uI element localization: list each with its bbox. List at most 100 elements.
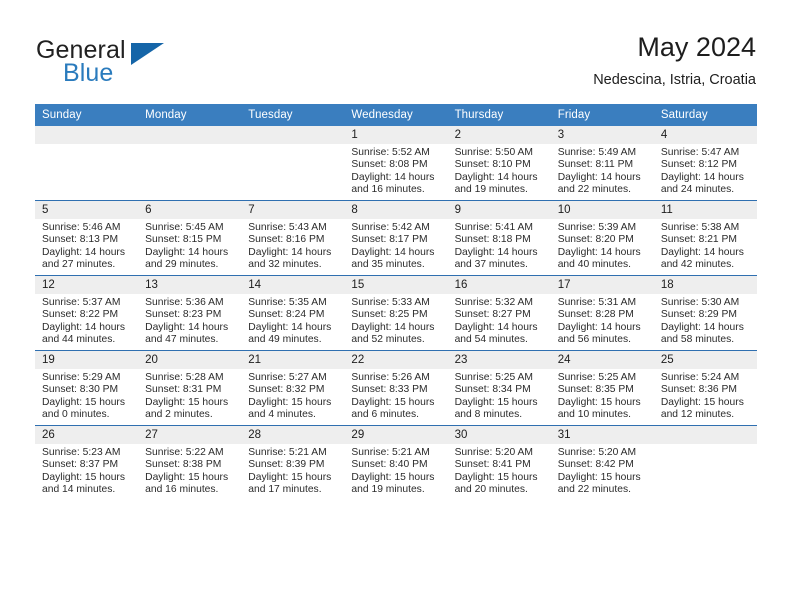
sunrise-text: Sunrise: 5:26 AM: [351, 372, 430, 383]
calendar-day-cell[interactable]: 16 Sunrise: 5:32 AM Sunset: 8:27 PM Dayligh…: [447, 275, 551, 351]
sunset-text: Sunset: 8:32 PM: [248, 384, 325, 396]
calendar-week-row: 26 Sunrise: 5:23 AM Sunset: 8:37 PM Dayligh…: [35, 425, 757, 500]
day-number: 7: [241, 201, 345, 219]
daylight-text: Daylight: 14 hours and 52 minutes.: [351, 321, 435, 346]
day-details: Sunrise: 5:31 AM Sunset: 8:28 PM Daylight:…: [551, 294, 654, 347]
general-blue-logo[interactable]: General Blue: [36, 36, 276, 92]
sunrise-text: Sunrise: 5:42 AM: [351, 222, 430, 233]
sunset-text: Sunset: 8:37 PM: [42, 459, 119, 471]
calendar-day-cell[interactable]: 30 Sunrise: 5:20 AM Sunset: 8:41 PM Dayligh…: [447, 425, 551, 500]
calendar-day-cell[interactable]: 9 Sunrise: 5:41 AM Sunset: 8:18 PM Daylight…: [447, 200, 551, 276]
day-number: 25: [653, 351, 757, 369]
day-details: Sunrise: 5:25 AM Sunset: 8:34 PM Daylight:…: [448, 369, 551, 422]
daylight-text: Daylight: 15 hours and 19 minutes.: [351, 471, 435, 496]
daylight-text: Daylight: 15 hours and 22 minutes.: [557, 471, 641, 496]
calendar-head: Sunday Monday Tuesday Wednesday Thursday…: [35, 104, 757, 126]
calendar-day-cell[interactable]: 17 Sunrise: 5:31 AM Sunset: 8:28 PM Dayligh…: [550, 275, 654, 351]
page-header: General Blue May 2024 Nedescina, Istria,…: [0, 0, 792, 96]
title-block: May 2024 Nedescina, Istria, Croatia: [593, 30, 756, 90]
day-number: 3: [550, 126, 654, 144]
calendar-day-cell[interactable]: 3 Sunrise: 5:49 AM Sunset: 8:11 PM Daylight…: [550, 126, 654, 201]
day-details: Sunrise: 5:24 AM Sunset: 8:36 PM Daylight:…: [654, 369, 757, 422]
day-number: 19: [35, 351, 139, 369]
sunset-text: Sunset: 8:41 PM: [454, 459, 531, 471]
day-details: Sunrise: 5:21 AM Sunset: 8:40 PM Daylight:…: [344, 444, 447, 497]
calendar-day-cell[interactable]: 5 Sunrise: 5:46 AM Sunset: 8:13 PM Daylight…: [35, 200, 139, 276]
calendar-day-cell[interactable]: 4 Sunrise: 5:47 AM Sunset: 8:12 PM Daylight…: [653, 126, 757, 201]
daylight-text: Daylight: 14 hours and 27 minutes.: [42, 246, 125, 271]
daylight-text: Daylight: 15 hours and 4 minutes.: [248, 396, 332, 421]
day-number: 27: [138, 426, 242, 444]
calendar-week-row: 1 Sunrise: 5:52 AM Sunset: 8:08 PM Daylight…: [35, 126, 757, 201]
sunrise-text: Sunrise: 5:45 AM: [145, 222, 224, 233]
sunrise-text: Sunrise: 5:41 AM: [454, 222, 533, 233]
calendar-day-cell[interactable]: 20 Sunrise: 5:28 AM Sunset: 8:31 PM Dayligh…: [138, 350, 242, 426]
logo-triangle-icon: [131, 43, 164, 65]
daylight-text: Daylight: 14 hours and 44 minutes.: [42, 321, 125, 346]
daylight-text: Daylight: 15 hours and 16 minutes.: [145, 471, 229, 496]
sunrise-text: Sunrise: 5:21 AM: [351, 447, 430, 458]
calendar-day-cell[interactable]: 19 Sunrise: 5:29 AM Sunset: 8:30 PM Dayligh…: [35, 350, 139, 426]
day-details: Sunrise: 5:36 AM Sunset: 8:23 PM Daylight:…: [138, 294, 241, 347]
calendar-day-cell-empty: [241, 126, 345, 201]
calendar-day-cell[interactable]: 25 Sunrise: 5:24 AM Sunset: 8:36 PM Dayligh…: [653, 350, 757, 426]
calendar-day-cell[interactable]: 27 Sunrise: 5:22 AM Sunset: 8:38 PM Dayligh…: [138, 425, 242, 500]
sunset-text: Sunset: 8:16 PM: [248, 234, 325, 246]
day-number: [35, 126, 139, 144]
calendar-day-cell[interactable]: 29 Sunrise: 5:21 AM Sunset: 8:40 PM Dayligh…: [344, 425, 448, 500]
calendar-day-cell[interactable]: 7 Sunrise: 5:43 AM Sunset: 8:16 PM Daylight…: [241, 200, 345, 276]
day-number: 4: [653, 126, 757, 144]
sunset-text: Sunset: 8:17 PM: [351, 234, 428, 246]
sunrise-text: Sunrise: 5:20 AM: [557, 447, 637, 458]
calendar-day-cell[interactable]: 22 Sunrise: 5:26 AM Sunset: 8:33 PM Dayligh…: [344, 350, 448, 426]
daylight-text: Daylight: 14 hours and 22 minutes.: [557, 171, 641, 196]
calendar-day-cell[interactable]: 11 Sunrise: 5:38 AM Sunset: 8:21 PM Dayligh…: [653, 200, 757, 276]
daylight-text: Daylight: 14 hours and 56 minutes.: [557, 321, 641, 346]
day-details: Sunrise: 5:39 AM Sunset: 8:20 PM Daylight:…: [551, 219, 654, 272]
calendar-day-cell[interactable]: 10 Sunrise: 5:39 AM Sunset: 8:20 PM Dayligh…: [550, 200, 654, 276]
day-number: 29: [344, 426, 448, 444]
page-subtitle: Nedescina, Istria, Croatia: [593, 72, 756, 88]
sunrise-text: Sunrise: 5:22 AM: [145, 447, 224, 458]
sunset-text: Sunset: 8:08 PM: [351, 159, 428, 171]
daylight-text: Daylight: 15 hours and 8 minutes.: [454, 396, 538, 421]
sunset-text: Sunset: 8:39 PM: [248, 459, 325, 471]
day-details: Sunrise: 5:20 AM Sunset: 8:42 PM Daylight:…: [551, 444, 654, 497]
daylight-text: Daylight: 15 hours and 14 minutes.: [42, 471, 125, 496]
calendar-day-cell[interactable]: 31 Sunrise: 5:20 AM Sunset: 8:42 PM Dayligh…: [550, 425, 654, 500]
calendar-day-cell[interactable]: 8 Sunrise: 5:42 AM Sunset: 8:17 PM Daylight…: [344, 200, 448, 276]
calendar-day-cell[interactable]: 15 Sunrise: 5:33 AM Sunset: 8:25 PM Dayligh…: [344, 275, 448, 351]
calendar-day-cell[interactable]: 24 Sunrise: 5:25 AM Sunset: 8:35 PM Dayligh…: [550, 350, 654, 426]
sunset-text: Sunset: 8:21 PM: [660, 234, 737, 246]
day-number: 22: [344, 351, 448, 369]
calendar-day-cell[interactable]: 26 Sunrise: 5:23 AM Sunset: 8:37 PM Dayligh…: [35, 425, 139, 500]
day-details: Sunrise: 5:43 AM Sunset: 8:16 PM Daylight:…: [241, 219, 344, 272]
daylight-text: Daylight: 14 hours and 54 minutes.: [454, 321, 538, 346]
calendar-day-cell[interactable]: 12 Sunrise: 5:37 AM Sunset: 8:22 PM Dayligh…: [35, 275, 139, 351]
calendar-day-cell[interactable]: 14 Sunrise: 5:35 AM Sunset: 8:24 PM Dayligh…: [241, 275, 345, 351]
daylight-text: Daylight: 14 hours and 42 minutes.: [660, 246, 744, 271]
sunrise-text: Sunrise: 5:32 AM: [454, 297, 533, 308]
logo-text-blue: Blue: [63, 59, 114, 87]
sunrise-text: Sunrise: 5:49 AM: [557, 147, 637, 158]
weekday-header-monday: Monday: [138, 104, 242, 126]
day-number: [653, 426, 757, 444]
sunset-text: Sunset: 8:20 PM: [557, 234, 634, 246]
day-number: [138, 126, 242, 144]
calendar-day-cell[interactable]: 28 Sunrise: 5:21 AM Sunset: 8:39 PM Dayligh…: [241, 425, 345, 500]
calendar-day-cell[interactable]: 1 Sunrise: 5:52 AM Sunset: 8:08 PM Daylight…: [344, 126, 448, 201]
calendar-day-cell[interactable]: 2 Sunrise: 5:50 AM Sunset: 8:10 PM Daylight…: [447, 126, 551, 201]
sunrise-text: Sunrise: 5:21 AM: [248, 447, 327, 458]
sunset-text: Sunset: 8:18 PM: [454, 234, 531, 246]
calendar-day-cell[interactable]: 6 Sunrise: 5:45 AM Sunset: 8:15 PM Daylight…: [138, 200, 242, 276]
calendar-day-cell[interactable]: 18 Sunrise: 5:30 AM Sunset: 8:29 PM Dayligh…: [653, 275, 757, 351]
daylight-text: Daylight: 14 hours and 19 minutes.: [454, 171, 538, 196]
day-details: Sunrise: 5:33 AM Sunset: 8:25 PM Daylight:…: [344, 294, 447, 347]
calendar-day-cell[interactable]: 13 Sunrise: 5:36 AM Sunset: 8:23 PM Dayligh…: [138, 275, 242, 351]
calendar-day-cell[interactable]: 21 Sunrise: 5:27 AM Sunset: 8:32 PM Dayligh…: [241, 350, 345, 426]
day-number: 20: [138, 351, 242, 369]
calendar-day-cell[interactable]: 23 Sunrise: 5:25 AM Sunset: 8:34 PM Dayligh…: [447, 350, 551, 426]
day-details: Sunrise: 5:20 AM Sunset: 8:41 PM Daylight:…: [448, 444, 551, 497]
sunset-text: Sunset: 8:31 PM: [145, 384, 222, 396]
day-number: 21: [241, 351, 345, 369]
